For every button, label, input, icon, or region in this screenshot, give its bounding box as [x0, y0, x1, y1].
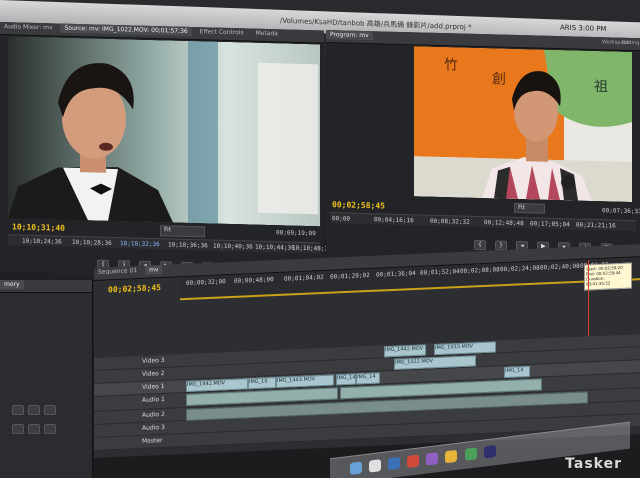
dock-app-icon[interactable]: [388, 456, 401, 471]
clip-tooltip: Start: 00;02;50;20 End: 00;02;59;44 Dura…: [584, 262, 632, 291]
program-ruler-tick: 00;00: [332, 215, 351, 223]
bin-icon[interactable]: [12, 405, 24, 415]
dock-app-icon[interactable]: [483, 445, 496, 459]
bin-icon[interactable]: [28, 424, 40, 434]
clip[interactable]: IMG_10: [248, 377, 276, 390]
program-ruler-tick: 00;17;05;04: [530, 220, 570, 229]
tab-sequence-01[interactable]: Sequence 01: [94, 266, 141, 277]
timeline-ruler-tick: 00;02;40;08: [540, 262, 580, 272]
program-fit-label: Fit: [518, 204, 526, 212]
project-panel: mory: [0, 280, 93, 478]
tab-audio-mixer[interactable]: Audio Mixer: mv: [0, 22, 57, 32]
dock-app-icon[interactable]: [369, 459, 382, 473]
program-video-frame: 竹 創 祖: [414, 46, 632, 203]
source-ruler-tick: 10;10;32;36: [120, 240, 160, 249]
program-frame-image: 竹 創 祖: [414, 46, 632, 203]
tab-effect-controls[interactable]: Effect Controls: [196, 27, 248, 37]
timeline-ruler-tick: 00;00;48;00: [234, 276, 274, 285]
tooltip-duration: Duration: 00;01;35;52: [586, 275, 611, 287]
source-current-timecode[interactable]: 10;10;31;40: [12, 222, 65, 232]
mark-in-icon[interactable]: {: [474, 239, 486, 251]
sequence-timecode[interactable]: 00;02;58;45: [108, 283, 161, 294]
dock-app-icon[interactable]: [426, 452, 439, 466]
program-monitor: Program: mv Workspace: Editing 竹 創 祖 00;…: [326, 30, 640, 271]
clip-label: IMG_14: [357, 373, 376, 381]
track-label: Audio 1: [142, 395, 165, 404]
program-ruler-tick: 00;12;48;48: [484, 219, 524, 228]
clip[interactable]: IMG_14: [504, 365, 530, 379]
timeline-ruler-tick: 00;02;24;08: [500, 264, 540, 274]
tab-program[interactable]: Program: mv: [326, 30, 373, 41]
dock-app-icon[interactable]: [464, 447, 477, 461]
source-monitor: Audio Mixer: mv Source: mv: IMG_1022.MOV…: [0, 22, 332, 289]
photo-of-editing-screen: /Volumes/KsaHD/tanbob 高雄/兵馬俑 錄影片/add.prp…: [0, 0, 640, 478]
bin-icon[interactable]: [28, 405, 40, 415]
dock-app-icon[interactable]: [407, 454, 420, 468]
timeline-ruler-tick: 00;00;32;00: [186, 278, 226, 287]
track-label: Master: [142, 437, 163, 445]
clip-label: IMG_1442.MOV: [385, 345, 424, 354]
dock-app-icon[interactable]: [445, 449, 458, 464]
tab-project[interactable]: mory: [0, 280, 24, 289]
source-ruler-tick: 10;10;24;36: [22, 237, 62, 246]
project-bin-icons: [10, 400, 70, 438]
bin-icon[interactable]: [12, 424, 24, 434]
program-ruler-tick: 00;04;16;16: [374, 216, 414, 225]
timeline-ruler-tick: 00;01;20;02: [330, 271, 370, 281]
dock-app-icon[interactable]: [350, 461, 362, 475]
menu-clock: ARIS 3:00 PM: [560, 23, 607, 34]
timeline-ruler-tick: 00;01;36;04: [376, 269, 416, 279]
clip[interactable]: IMG_14: [336, 373, 356, 386]
source-ruler-tick: 10;10;36;36: [168, 241, 208, 250]
sequence-panel: Sequence 01 mv 00;02;58;45 00;00;32;00 0…: [94, 244, 640, 458]
program-current-timecode[interactable]: 00;02;58;45: [332, 200, 385, 210]
source-ruler-tick: 10;10;44;36: [255, 243, 295, 252]
program-fit-dropdown[interactable]: Fit: [514, 202, 545, 214]
source-fit-label: Fit: [164, 226, 172, 234]
svg-text:竹: 竹: [444, 57, 458, 73]
track-label: Audio 2: [142, 410, 165, 419]
clip-label: IMG_1443.MOV: [277, 376, 316, 385]
clip-label: IMG_14: [505, 367, 524, 375]
source-ruler-tick: 10;10;28;36: [72, 238, 112, 247]
timeline-ruler-tick: 00;02;08;08: [460, 266, 500, 276]
bin-icon[interactable]: [44, 405, 56, 415]
program-ruler-tick: 00;08;32;32: [430, 217, 470, 226]
watermark: Tasker: [565, 456, 622, 472]
program-duration-timecode: 00;07;36;33: [602, 207, 640, 216]
track-label: Video 1: [142, 382, 165, 391]
svg-text:創: 創: [492, 71, 506, 87]
source-time-ruler[interactable]: 10;10;24;36 10;10;28;36 10;10;32;36 10;1…: [8, 234, 332, 254]
clip-label: IMG_1033.MOV: [435, 343, 474, 352]
track-label: Video 3: [142, 356, 165, 365]
bin-icon[interactable]: [44, 424, 56, 434]
timeline-ruler-tick: 00;01;04;02: [284, 273, 324, 283]
workspace-value[interactable]: Editing: [622, 40, 639, 46]
clip-label: IMG_10: [249, 378, 268, 386]
source-video-frame: [8, 36, 320, 227]
track-label: Video 2: [142, 369, 165, 378]
source-fit-dropdown[interactable]: Fit: [160, 225, 205, 238]
program-ruler-tick: 00;21;21;16: [576, 221, 616, 230]
source-frame-image: [8, 36, 320, 227]
source-ruler-tick: 10;10;40;36: [213, 242, 253, 251]
program-time-ruler[interactable]: 00;00 00;04;16;16 00;08;32;32 00;12;48;4…: [330, 212, 636, 232]
timeline-ruler-tick: 00;01;52;04: [420, 268, 460, 277]
tab-mv[interactable]: mv: [145, 265, 163, 275]
clip[interactable]: IMG_1442.MOV: [384, 344, 426, 358]
track-label: Audio 3: [142, 423, 165, 432]
source-duration-timecode: 00;00;19;09: [276, 229, 316, 238]
clip[interactable]: IMG_14: [356, 372, 380, 385]
clip-label: IMG_1022.MOV: [395, 358, 434, 366]
clip-label: IMG_1442.MOV: [187, 380, 226, 388]
svg-text:祖: 祖: [594, 79, 608, 95]
tab-metadata[interactable]: Metada: [252, 29, 282, 39]
project-tab-bar: mory: [0, 280, 92, 293]
clip-label: IMG_14: [337, 374, 356, 382]
